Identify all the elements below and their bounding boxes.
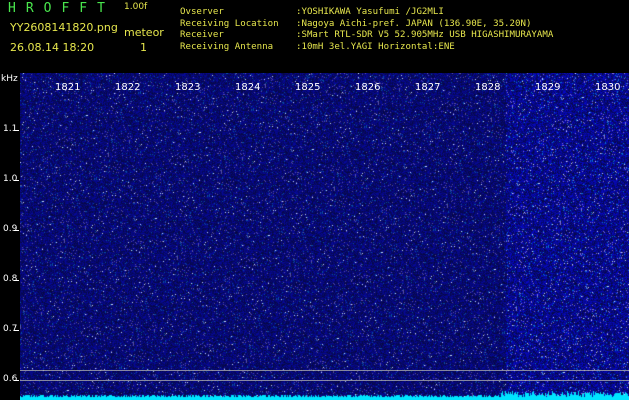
info-row-location: Receiving Location :Nagoya Aichi-pref. JA… bbox=[180, 19, 553, 31]
app-title: HROFFT bbox=[8, 1, 115, 16]
y-axis-unit: kHz bbox=[1, 74, 18, 84]
x-tick-label: 1821 bbox=[55, 82, 81, 93]
spectrogram bbox=[20, 73, 629, 400]
info-key: Receiving Location bbox=[180, 18, 279, 29]
y-tick bbox=[14, 130, 19, 131]
y-tick bbox=[14, 230, 19, 231]
marker-line bbox=[20, 380, 629, 381]
x-tick-label: 1822 bbox=[115, 82, 141, 93]
station-info: Ovserver :YOSHIKAWA Yasufumi /JG2MLI Rece… bbox=[180, 7, 553, 53]
header-panel: HROFFT 1.00f YY2608141820.png 26.08.14 1… bbox=[0, 0, 629, 73]
x-tick-label: 1830 bbox=[595, 82, 621, 93]
y-tick bbox=[14, 380, 19, 381]
x-tick-label: 1823 bbox=[175, 82, 201, 93]
info-row-receiver: Receiver :SMart RTL-SDR V5 52.905MHz USB … bbox=[180, 30, 553, 42]
info-value: :SMart RTL-SDR V5 52.905MHz USB HIGASHIM… bbox=[296, 30, 554, 40]
x-tick-label: 1829 bbox=[535, 82, 561, 93]
filename-label: YY2608141820.png bbox=[10, 21, 118, 34]
info-key: Receiver bbox=[180, 30, 224, 40]
y-axis bbox=[0, 73, 20, 400]
info-value: :YOSHIKAWA Yasufumi /JG2MLI bbox=[296, 7, 444, 17]
x-tick-label: 1828 bbox=[475, 82, 501, 93]
x-tick-label: 1827 bbox=[415, 82, 441, 93]
info-key: Ovserver bbox=[180, 7, 224, 17]
datetime-label: 26.08.14 18:20 bbox=[10, 41, 95, 54]
y-tick bbox=[14, 180, 19, 181]
x-tick-label: 1824 bbox=[235, 82, 261, 93]
x-tick-label: 1826 bbox=[355, 82, 381, 93]
y-tick bbox=[14, 330, 19, 331]
info-key: Receiving Antenna bbox=[180, 41, 274, 52]
info-value: :10mH 3el.YAGI Horizontal:ENE bbox=[296, 41, 455, 52]
info-value: :Nagoya Aichi-pref. JAPAN (136.90E, 35.2… bbox=[296, 18, 532, 29]
info-row-antenna: Receiving Antenna :10mH 3el.YAGI Horizont… bbox=[180, 42, 553, 54]
info-row-observer: Ovserver :YOSHIKAWA Yasufumi /JG2MLI bbox=[180, 7, 553, 19]
marker-line bbox=[20, 370, 629, 371]
meteor-label: meteor bbox=[124, 26, 164, 39]
y-tick bbox=[14, 280, 19, 281]
version-label: 1.00f bbox=[124, 2, 148, 12]
spectrogram-canvas bbox=[20, 73, 629, 400]
meteor-count: 1 bbox=[140, 41, 147, 54]
x-tick-label: 1825 bbox=[295, 82, 321, 93]
